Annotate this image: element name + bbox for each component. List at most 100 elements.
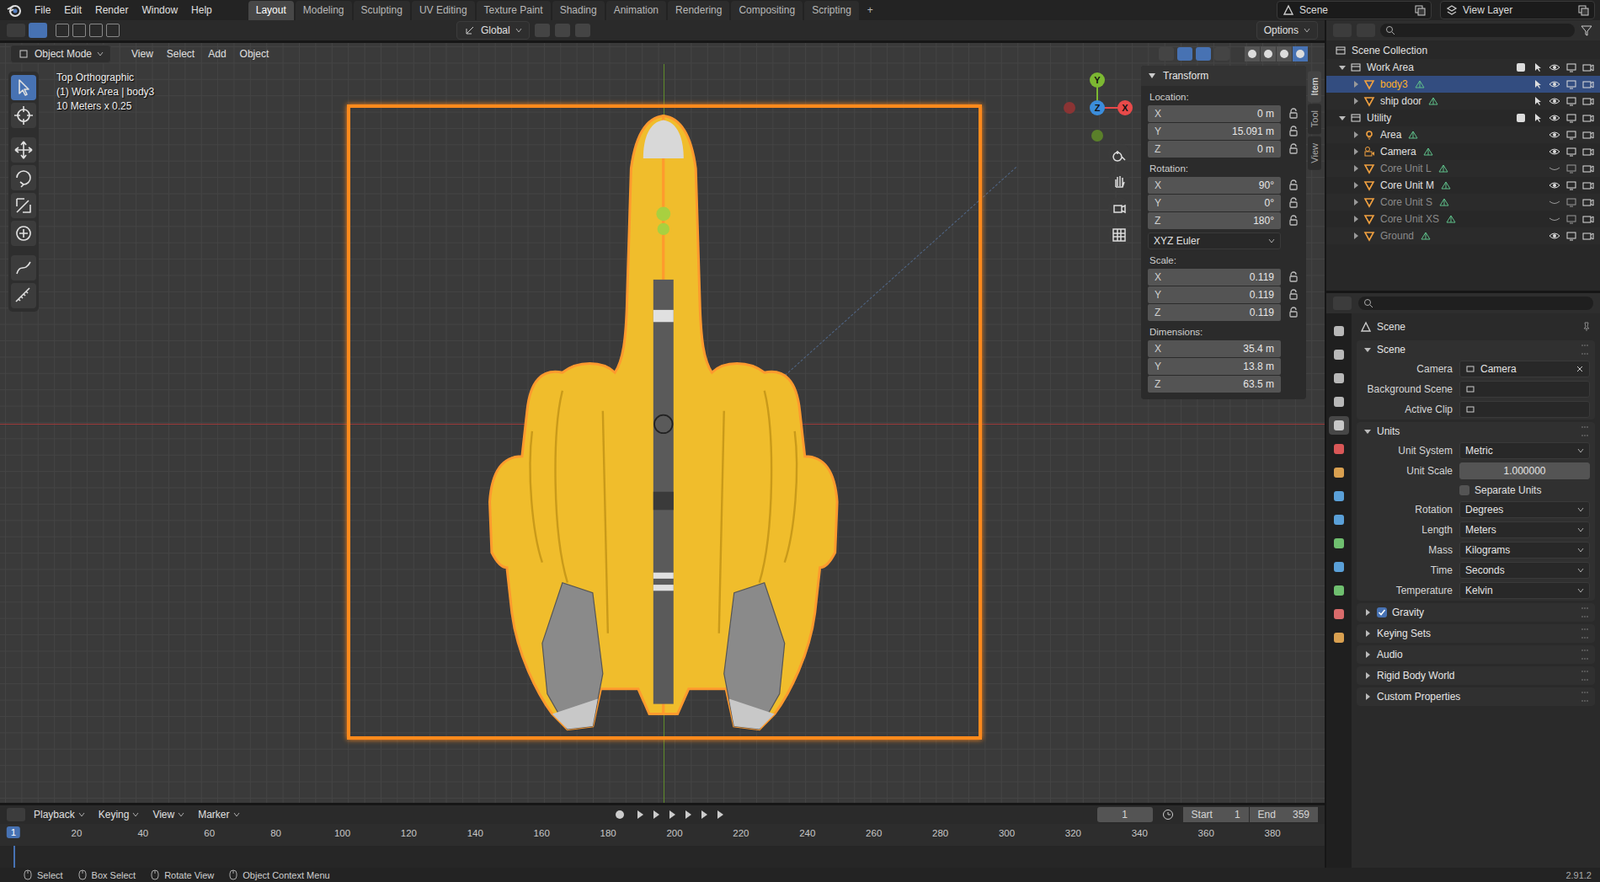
eye-icon[interactable] (1548, 230, 1561, 241)
select-tool-icon[interactable] (28, 22, 48, 38)
number-field[interactable]: X0.119 (1147, 268, 1281, 286)
sidebar-tab[interactable]: View (1307, 136, 1322, 171)
playback-button-icon[interactable] (697, 807, 711, 822)
properties-tab[interactable] (1328, 345, 1350, 364)
copy-icon[interactable] (1577, 4, 1590, 16)
render-camera-icon[interactable] (1582, 146, 1595, 157)
drag-grip-icon[interactable] (1581, 607, 1589, 618)
workspace-tab[interactable]: Shading (552, 0, 605, 21)
lock-icon[interactable] (1287, 306, 1300, 319)
render-camera-icon[interactable] (1582, 112, 1595, 123)
expand-arrow-icon[interactable] (1338, 63, 1347, 72)
object-field[interactable] (1459, 380, 1590, 398)
lock-icon[interactable] (1287, 197, 1300, 209)
render-camera-icon[interactable] (1582, 230, 1595, 241)
workspace-tab[interactable]: Compositing (730, 0, 803, 21)
collapsed-arrow-icon[interactable] (1351, 181, 1360, 190)
eye-icon[interactable] (1548, 180, 1561, 191)
drag-grip-icon[interactable] (1581, 649, 1589, 660)
playback-button-icon[interactable] (649, 807, 663, 822)
eye-icon[interactable] (1548, 129, 1561, 140)
lock-icon[interactable] (1287, 271, 1300, 283)
pivot-icon[interactable] (534, 23, 550, 38)
workspace-tab[interactable]: Texture Paint (476, 0, 551, 21)
collapsed-arrow-icon[interactable] (1351, 130, 1360, 139)
monitor-icon[interactable] (1565, 129, 1578, 140)
timeline-menu[interactable]: View (147, 806, 190, 822)
collapsed-arrow-icon[interactable] (1351, 164, 1360, 173)
timeline-track[interactable] (0, 845, 1325, 868)
property-checkbox[interactable]: Separate Units (1459, 484, 1542, 496)
eye-icon[interactable] (1548, 79, 1561, 90)
shading-mode-button[interactable] (1276, 46, 1292, 62)
monitor-icon[interactable] (1565, 96, 1578, 107)
outliner-row[interactable]: Work Area (1326, 58, 1600, 76)
monitor-icon[interactable] (1565, 112, 1578, 123)
editor-type-icon[interactable] (6, 807, 26, 822)
render-camera-icon[interactable] (1582, 180, 1595, 191)
number-field[interactable]: Y0° (1147, 194, 1281, 212)
monitor-icon[interactable] (1565, 79, 1578, 90)
number-field[interactable]: Y0.119 (1147, 286, 1281, 304)
playback-button-icon[interactable] (713, 807, 727, 822)
properties-tab[interactable] (1328, 439, 1350, 459)
mode-dropdown[interactable]: Object Mode (10, 44, 112, 64)
properties-tab[interactable] (1328, 604, 1350, 624)
select-arrow-icon[interactable] (1532, 79, 1543, 90)
dropdown[interactable]: Degrees (1459, 501, 1590, 518)
workspace-tab[interactable]: Sculpting (353, 0, 411, 21)
collapsed-arrow-icon[interactable] (1351, 80, 1360, 89)
lock-icon[interactable] (1287, 143, 1300, 155)
eye-icon[interactable] (1548, 112, 1561, 123)
shading-mode-button[interactable] (1292, 46, 1308, 62)
dropdown[interactable]: Meters (1459, 521, 1590, 539)
menu-item[interactable]: Help (185, 1, 219, 19)
outliner-row[interactable]: Area (1326, 126, 1600, 144)
select-arrow-icon[interactable] (1532, 96, 1543, 107)
number-field[interactable]: 1.000000 (1459, 462, 1590, 480)
navigation-gizmo[interactable]: YXZ (1059, 69, 1136, 146)
xray-icon[interactable] (1214, 47, 1230, 61)
number-field[interactable]: Y15.091 m (1147, 122, 1281, 140)
render-camera-icon[interactable] (1582, 163, 1595, 174)
gizmo-x-axis[interactable]: X (1117, 100, 1133, 116)
monitor-icon[interactable] (1565, 213, 1578, 224)
timeline-menu[interactable]: Keying (93, 806, 145, 822)
outliner-row[interactable]: ship door (1326, 92, 1600, 110)
proportional-edit-icon[interactable] (575, 23, 591, 38)
menu-item[interactable]: Window (135, 1, 184, 19)
navigation-button[interactable] (1108, 143, 1131, 166)
panel-header[interactable]: Rigid Body World (1356, 666, 1595, 685)
menu-item[interactable]: File (28, 1, 57, 19)
select-arrow-icon[interactable] (1532, 62, 1543, 73)
view-layer-selector[interactable]: View Layer (1440, 0, 1595, 20)
render-camera-icon[interactable] (1582, 62, 1595, 73)
end-frame-field[interactable]: End359 (1249, 806, 1318, 822)
dropdown[interactable]: Kelvin (1459, 581, 1590, 599)
options-dropdown[interactable]: Options (1256, 21, 1318, 40)
sidebar-tab[interactable]: Tool (1307, 103, 1322, 134)
monitor-icon[interactable] (1565, 146, 1578, 157)
number-field[interactable]: Z0.119 (1147, 304, 1281, 321)
tool-button[interactable] (10, 74, 37, 101)
sidebar-tab[interactable]: Item (1307, 70, 1322, 102)
overlay-toggle-icon[interactable] (1195, 47, 1211, 61)
orientation-dropdown[interactable]: Global (456, 21, 530, 40)
eye-icon[interactable] (1548, 62, 1561, 73)
tool-button[interactable] (10, 102, 37, 128)
gizmo-toggle-icon[interactable] (1177, 47, 1193, 61)
eye-closed-icon[interactable] (1548, 197, 1561, 208)
number-field[interactable]: Z0 m (1147, 140, 1281, 158)
collapsed-arrow-icon[interactable] (1351, 231, 1360, 240)
navigation-button[interactable] (1108, 170, 1131, 192)
mesh-data-icon[interactable] (1420, 230, 1431, 241)
properties-tab[interactable] (1328, 463, 1350, 482)
viewport-canvas[interactable]: Top Orthographic(1) Work Area | body310 … (0, 64, 1325, 803)
collapsed-arrow-icon[interactable] (1351, 197, 1360, 207)
eye-icon[interactable] (1548, 96, 1561, 107)
shading-mode-button[interactable] (1260, 46, 1276, 62)
monitor-icon[interactable] (1565, 197, 1578, 208)
collapsed-arrow-icon[interactable] (1351, 147, 1360, 156)
outliner-row[interactable]: Core Unit XS (1326, 210, 1600, 228)
timeline-menu[interactable]: Marker (192, 806, 245, 822)
